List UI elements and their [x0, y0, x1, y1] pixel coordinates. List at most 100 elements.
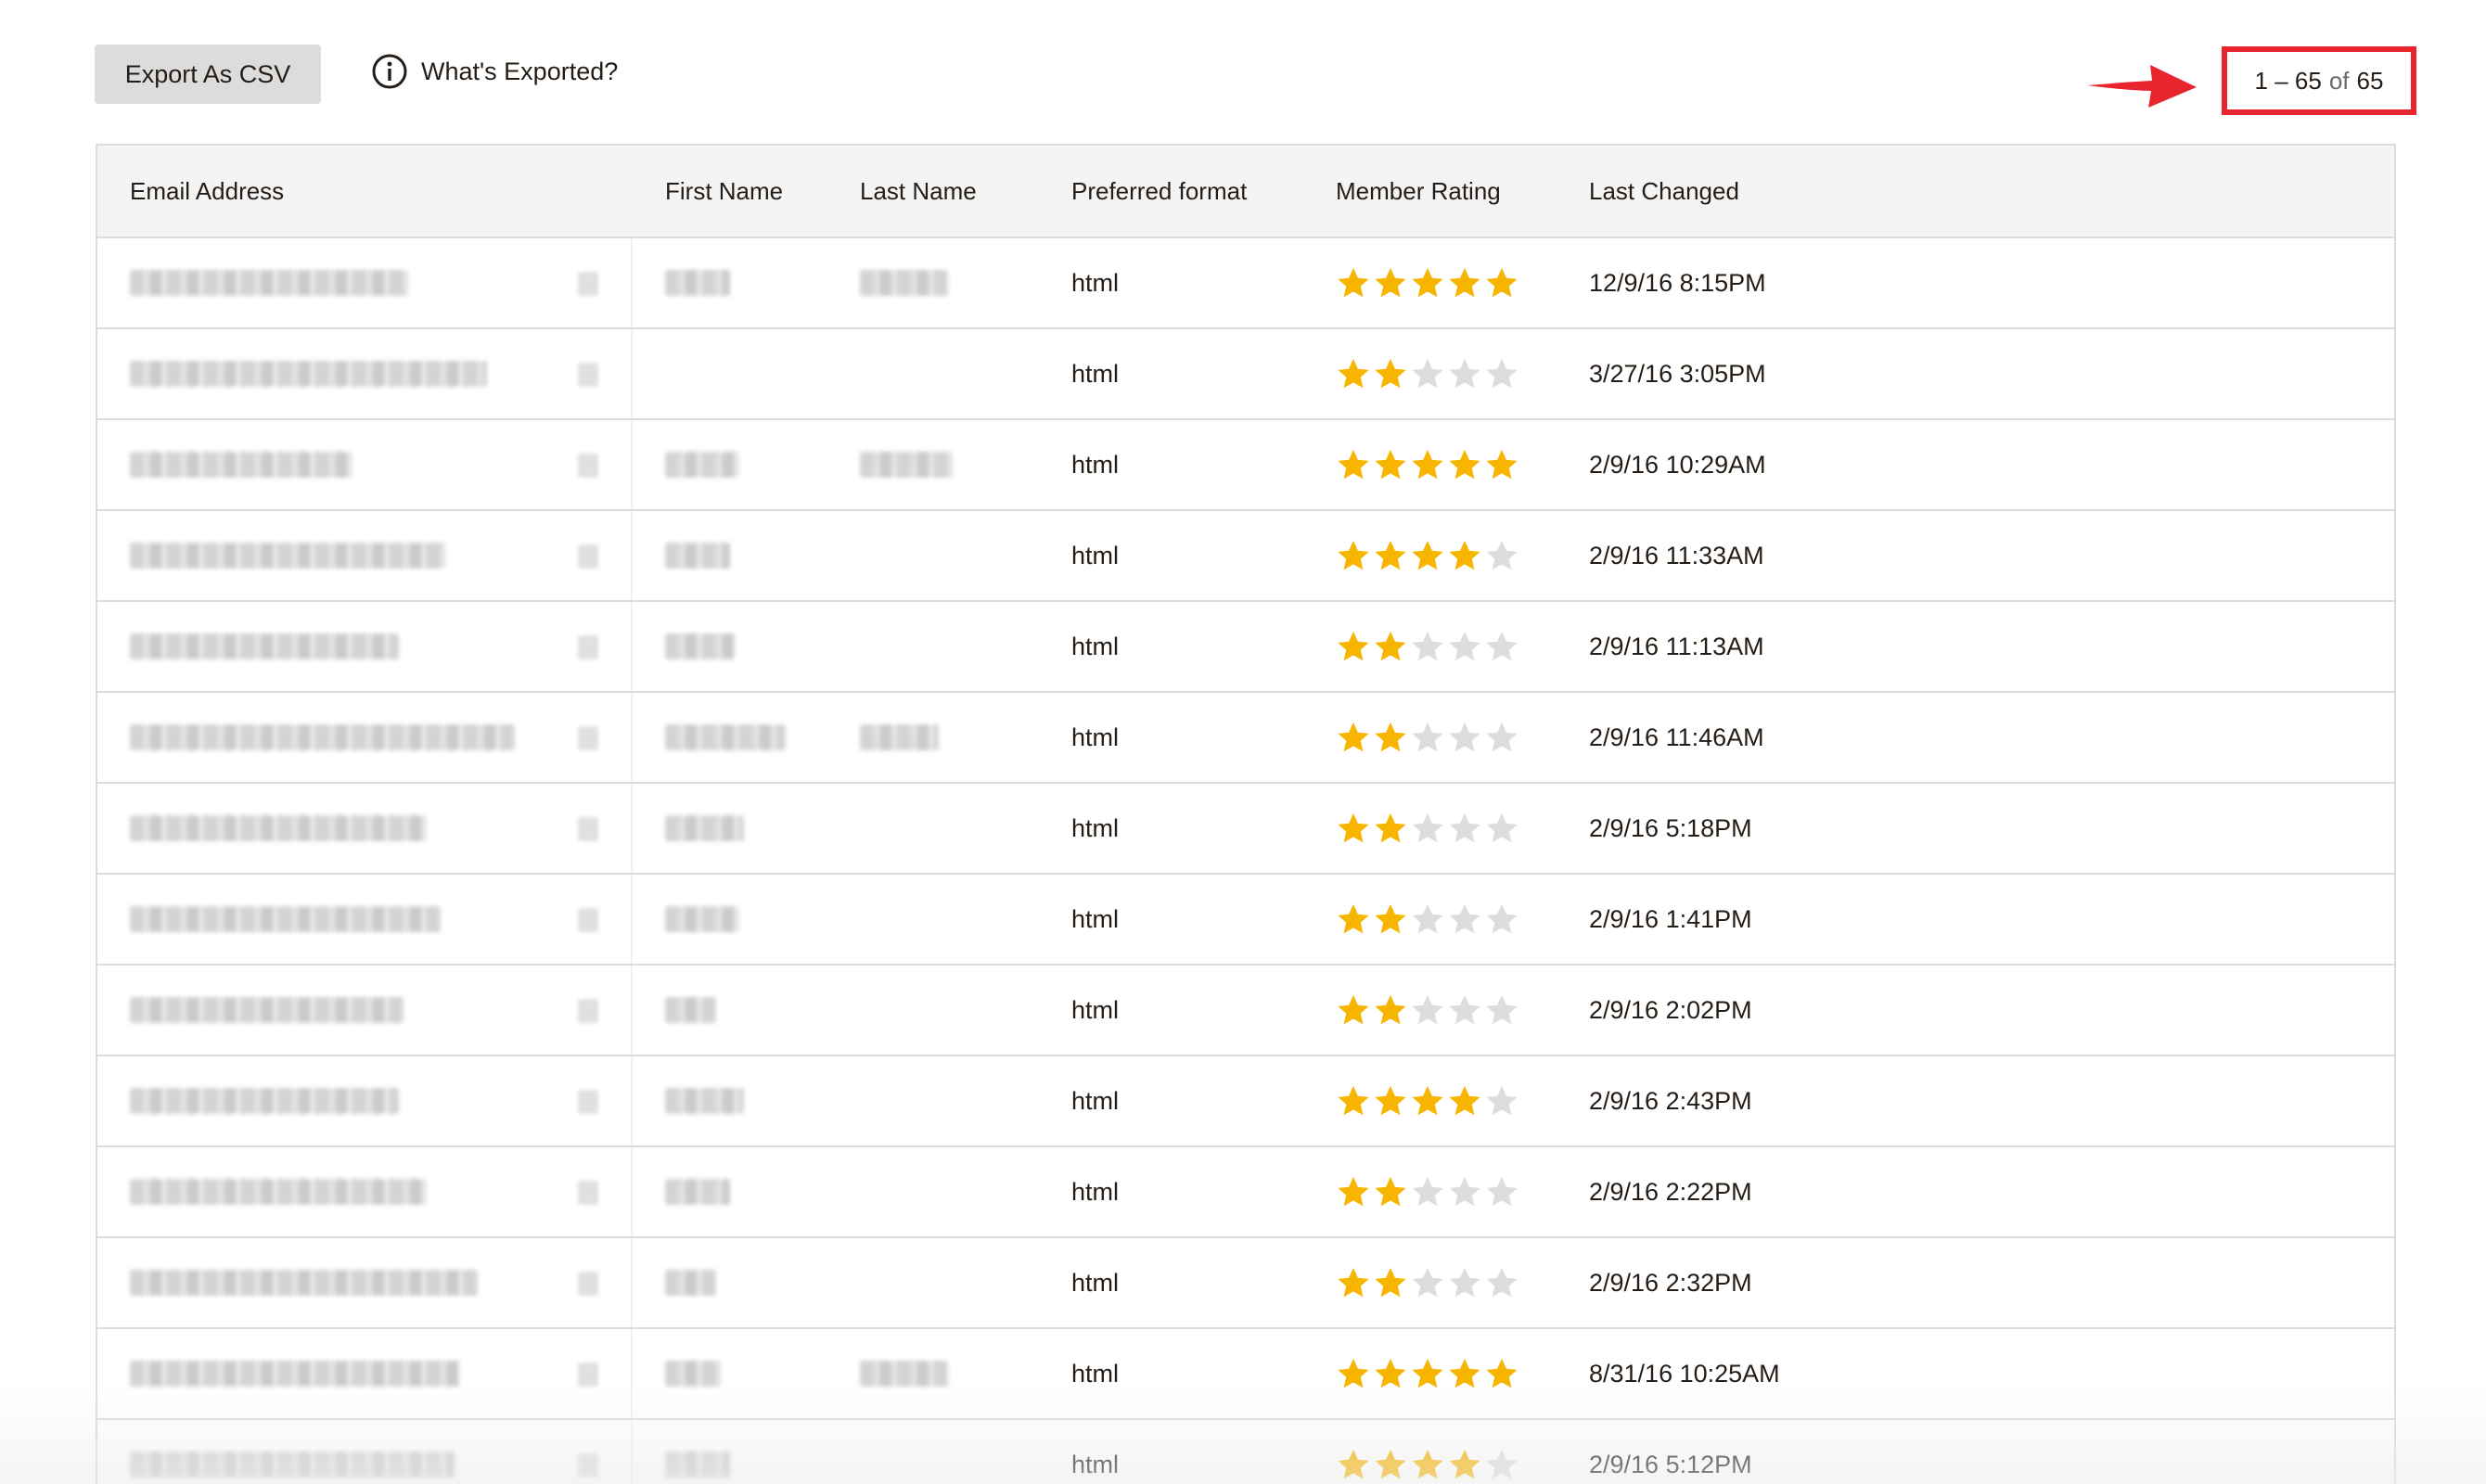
- first-name-cell: [665, 1238, 716, 1327]
- redacted-marker: [578, 999, 598, 1023]
- table-row[interactable]: html 8/31/16 10:25AM: [97, 1329, 2394, 1420]
- redacted-first-name: [665, 1179, 730, 1205]
- email-cell[interactable]: [130, 1147, 427, 1236]
- star-empty-icon: [1410, 720, 1445, 755]
- email-cell[interactable]: [130, 784, 427, 873]
- email-cell[interactable]: [130, 329, 487, 418]
- pagination-count: 1 – 65 of 65: [2222, 46, 2416, 115]
- column-divider: [631, 1056, 633, 1145]
- star-filled-icon: [1336, 1447, 1371, 1482]
- column-divider: [631, 966, 633, 1055]
- star-rating: [1336, 811, 1519, 846]
- redacted-marker: [578, 726, 598, 750]
- table-row[interactable]: html 2/9/16 10:29AM: [97, 420, 2394, 511]
- star-empty-icon: [1484, 356, 1519, 391]
- table-row[interactable]: html 2/9/16 5:12PM: [97, 1420, 2394, 1484]
- table-row[interactable]: html 2/9/16 2:02PM: [97, 966, 2394, 1056]
- redacted-marker: [578, 1453, 598, 1478]
- last-changed-cell: 8/31/16 10:25AM: [1589, 1359, 1780, 1388]
- table-row[interactable]: html 2/9/16 2:32PM: [97, 1238, 2394, 1329]
- redacted-first-name: [665, 270, 730, 296]
- redacted-marker: [578, 908, 598, 932]
- member-rating-cell: [1336, 784, 1519, 873]
- redacted-first-name: [665, 1088, 744, 1114]
- preferred-format-cell: html: [1071, 1450, 1120, 1478]
- column-header-first-name[interactable]: First Name: [665, 146, 783, 237]
- last-name-cell: [860, 1329, 948, 1418]
- star-rating: [1336, 1174, 1519, 1209]
- star-empty-icon: [1410, 356, 1445, 391]
- email-cell[interactable]: [130, 602, 399, 691]
- star-filled-icon: [1373, 1447, 1408, 1482]
- email-cell[interactable]: [130, 511, 445, 600]
- star-empty-icon: [1447, 720, 1482, 755]
- last-changed-cell: 2/9/16 1:41PM: [1589, 904, 1752, 933]
- star-filled-icon: [1336, 902, 1371, 937]
- table-row[interactable]: html 2/9/16 11:46AM: [97, 693, 2394, 784]
- star-empty-icon: [1410, 629, 1445, 664]
- star-empty-icon: [1447, 811, 1482, 846]
- last-changed-cell: 2/9/16 2:32PM: [1589, 1268, 1752, 1297]
- column-divider: [631, 784, 633, 873]
- redacted-email: [130, 1270, 478, 1296]
- redacted-first-name: [665, 906, 739, 932]
- table-row[interactable]: html 2/9/16 11:33AM: [97, 511, 2394, 602]
- star-empty-icon: [1447, 902, 1482, 937]
- redacted-email: [130, 452, 352, 478]
- star-empty-icon: [1484, 629, 1519, 664]
- redacted-first-name: [665, 815, 744, 841]
- email-cell[interactable]: [130, 966, 404, 1055]
- last-changed-cell: 2/9/16 2:02PM: [1589, 995, 1752, 1024]
- star-empty-icon: [1447, 992, 1482, 1028]
- column-header-last-name[interactable]: Last Name: [860, 146, 977, 237]
- whats-exported-link[interactable]: What's Exported?: [371, 51, 618, 92]
- preferred-format-cell: html: [1071, 541, 1120, 569]
- email-cell[interactable]: [130, 238, 408, 327]
- star-filled-icon: [1373, 265, 1408, 301]
- email-cell[interactable]: [130, 693, 515, 782]
- redacted-marker: [578, 272, 598, 296]
- star-empty-icon: [1410, 1265, 1445, 1300]
- table-row[interactable]: html 2/9/16 11:13AM: [97, 602, 2394, 693]
- last-changed-cell: 2/9/16 11:33AM: [1589, 541, 1764, 569]
- column-header-preferred-format[interactable]: Preferred format: [1071, 146, 1247, 237]
- redacted-first-name: [665, 1361, 721, 1387]
- star-rating: [1336, 992, 1519, 1028]
- redacted-first-name: [665, 452, 739, 478]
- table-row[interactable]: html 2/9/16 5:18PM: [97, 784, 2394, 875]
- table-row[interactable]: html 2/9/16 2:43PM: [97, 1056, 2394, 1147]
- star-empty-icon: [1484, 811, 1519, 846]
- email-cell[interactable]: [130, 875, 441, 964]
- first-name-cell: [665, 784, 744, 873]
- star-empty-icon: [1484, 1265, 1519, 1300]
- column-header-member-rating[interactable]: Member Rating: [1336, 146, 1501, 237]
- star-rating: [1336, 538, 1519, 573]
- star-filled-icon: [1373, 1356, 1408, 1391]
- first-name-cell: [665, 420, 739, 509]
- export-csv-button[interactable]: Export As CSV: [95, 45, 321, 104]
- email-cell[interactable]: [130, 1238, 478, 1327]
- table-row[interactable]: html 12/9/16 8:15PM: [97, 238, 2394, 329]
- star-empty-icon: [1484, 1447, 1519, 1482]
- table-row[interactable]: html 2/9/16 1:41PM: [97, 875, 2394, 966]
- star-empty-icon: [1447, 1265, 1482, 1300]
- first-name-cell: [665, 1056, 744, 1145]
- column-header-last-changed[interactable]: Last Changed: [1589, 146, 1739, 237]
- email-cell[interactable]: [130, 1329, 459, 1418]
- email-cell[interactable]: [130, 420, 352, 509]
- table-row[interactable]: html 2/9/16 2:22PM: [97, 1147, 2394, 1238]
- star-filled-icon: [1410, 1356, 1445, 1391]
- star-rating: [1336, 629, 1519, 664]
- redacted-email: [130, 1179, 427, 1205]
- redacted-marker: [578, 635, 598, 659]
- star-filled-icon: [1336, 356, 1371, 391]
- email-cell[interactable]: [130, 1420, 455, 1484]
- redacted-first-name: [665, 997, 716, 1023]
- column-divider: [631, 1420, 633, 1484]
- star-rating: [1336, 265, 1519, 301]
- column-header-email[interactable]: Email Address: [130, 146, 284, 237]
- star-filled-icon: [1447, 1447, 1482, 1482]
- star-empty-icon: [1484, 1083, 1519, 1119]
- table-row[interactable]: html 3/27/16 3:05PM: [97, 329, 2394, 420]
- email-cell[interactable]: [130, 1056, 399, 1145]
